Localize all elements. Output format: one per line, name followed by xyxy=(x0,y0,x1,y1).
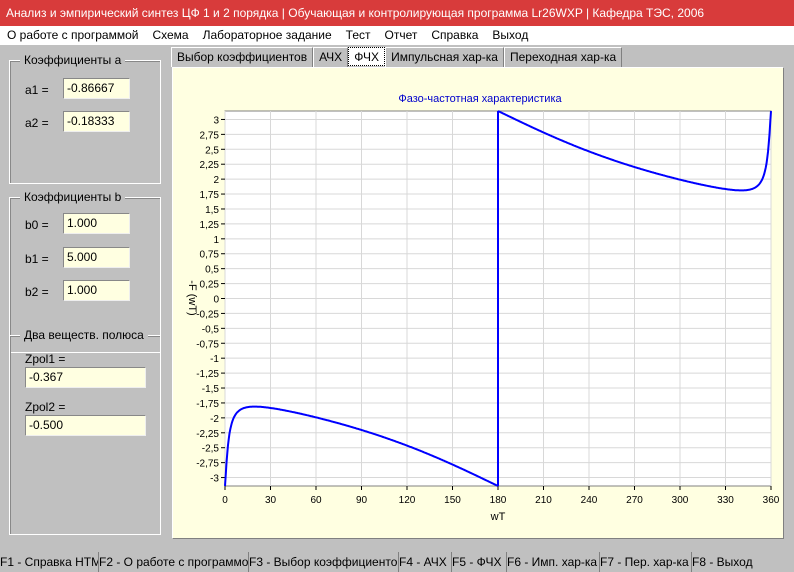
left-panel: Коэффициенты a a1 = -0.86667 a2 = -0.183… xyxy=(0,45,165,540)
b2-field[interactable]: 1.000 xyxy=(63,280,130,301)
a1-field[interactable]: -0.86667 xyxy=(63,78,130,99)
y-tick-label: -0,25 xyxy=(196,309,219,320)
y-tick-label: 0,75 xyxy=(200,250,220,261)
y-tick-label: -3 xyxy=(210,474,219,485)
x-tick-label: 150 xyxy=(444,495,461,506)
y-tick-label: 2,75 xyxy=(200,130,220,141)
coeff-b-title: Коэффициенты b xyxy=(20,190,126,204)
coeff-a-title: Коэффициенты a xyxy=(20,53,126,67)
a2-label: a2 = xyxy=(25,116,49,130)
tab-amplitude[interactable]: АЧХ xyxy=(313,47,349,67)
y-tick-label: 0 xyxy=(213,295,219,306)
y-tick-label: -2 xyxy=(210,414,219,425)
y-tick-label: 0,5 xyxy=(205,265,219,276)
b2-label: b2 = xyxy=(25,285,49,299)
status-f1[interactable]: F1 - Справка HTML xyxy=(0,552,99,572)
menu-test[interactable]: Тест xyxy=(339,26,378,45)
y-tick-label: 3 xyxy=(213,115,219,126)
y-tick-label: 2,5 xyxy=(205,145,219,156)
status-f3[interactable]: F3 - Выбор коэффициентов xyxy=(249,552,399,572)
zpol2-field[interactable]: -0.500 xyxy=(25,415,146,436)
y-tick-label: 0,25 xyxy=(200,280,220,291)
x-tick-label: 30 xyxy=(265,495,277,506)
x-tick-label: 90 xyxy=(356,495,368,506)
y-tick-label: -2,25 xyxy=(196,429,219,440)
poles-title: Два веществ. полюса xyxy=(20,328,148,342)
y-tick-label: 1,25 xyxy=(200,220,220,231)
chart-panel: Фазо-частотная характеристика 3 2,75 2,5 2,… xyxy=(172,67,784,539)
status-f8[interactable]: F8 - Выход xyxy=(692,552,794,572)
status-f2[interactable]: F2 - О работе с программой xyxy=(99,552,249,572)
x-axis-label: wT xyxy=(490,511,506,523)
y-tick-label: -1,75 xyxy=(196,399,219,410)
x-tick-label: 300 xyxy=(672,495,689,506)
menu-about[interactable]: О работе с программой xyxy=(0,26,145,45)
x-tick-label: 0 xyxy=(222,495,228,506)
y-tick-label: 1,75 xyxy=(200,190,220,201)
y-tick-label: -1,25 xyxy=(196,369,219,380)
chart-title: Фазо-частотная характеристика xyxy=(398,93,562,105)
zpol1-field[interactable]: -0.367 xyxy=(25,367,146,388)
y-tick-label: -2,75 xyxy=(196,459,219,470)
tab-step[interactable]: Переходная хар-ка xyxy=(503,47,623,67)
x-tick-label: 60 xyxy=(310,495,322,506)
b0-field[interactable]: 1.000 xyxy=(63,213,130,234)
x-tick-label: 120 xyxy=(399,495,416,506)
status-f4[interactable]: F4 - АЧХ xyxy=(399,552,452,572)
y-tick-label: 1 xyxy=(213,235,219,246)
x-tick-label: 330 xyxy=(717,495,734,506)
y-tick-label: 2 xyxy=(213,175,219,186)
b1-label: b1 = xyxy=(25,252,49,266)
x-tick-label: 180 xyxy=(490,495,507,506)
b1-field[interactable]: 5.000 xyxy=(63,247,130,268)
b0-label: b0 = xyxy=(25,218,49,232)
x-tick-label: 240 xyxy=(581,495,598,506)
zpol1-label: Zpol1 = xyxy=(25,352,66,366)
menu-lab-task[interactable]: Лабораторное задание xyxy=(196,26,339,45)
y-tick-label: -2,5 xyxy=(202,444,220,455)
tab-coefficients[interactable]: Выбор коэффициентов xyxy=(171,47,314,67)
menu-bar: О работе с программой Схема Лабораторное… xyxy=(0,26,794,45)
x-tick-label: 270 xyxy=(626,495,643,506)
y-axis-label: -F (wT) xyxy=(186,280,198,315)
menu-report[interactable]: Отчет xyxy=(377,26,424,45)
status-f5[interactable]: F5 - ФЧХ xyxy=(452,552,507,572)
y-tick-label: -0,75 xyxy=(196,339,219,350)
status-f6[interactable]: F6 - Имп. хар-ка xyxy=(507,552,600,572)
y-tick-label: -0,5 xyxy=(202,324,220,335)
menu-scheme[interactable]: Схема xyxy=(145,26,195,45)
tab-impulse[interactable]: Импульсная хар-ка xyxy=(385,47,504,67)
tab-strip: Выбор коэффициентов АЧХ ФЧХ Импульсная х… xyxy=(171,47,623,67)
phase-chart: Фазо-частотная характеристика 3 2,75 2,5 2,… xyxy=(186,93,780,523)
x-tick-label: 360 xyxy=(763,495,780,506)
y-tick-label: 2,25 xyxy=(200,160,220,171)
menu-exit[interactable]: Выход xyxy=(485,26,535,45)
status-bar: F1 - Справка HTML F2 - О работе с програ… xyxy=(0,552,794,572)
y-tick-label: 1,5 xyxy=(205,205,219,216)
zpol2-label: Zpol2 = xyxy=(25,400,66,414)
a1-label: a1 = xyxy=(25,83,49,97)
menu-help[interactable]: Справка xyxy=(424,26,485,45)
window-title: Анализ и эмпирический синтез ЦФ 1 и 2 по… xyxy=(0,0,794,26)
x-tick-label: 210 xyxy=(535,495,552,506)
status-f7[interactable]: F7 - Пер. хар-ка xyxy=(600,552,692,572)
y-tick-label: -1,5 xyxy=(202,384,220,395)
y-tick-label: -1 xyxy=(210,354,219,365)
a2-field[interactable]: -0.18333 xyxy=(63,111,130,132)
tab-phase[interactable]: ФЧХ xyxy=(348,47,386,66)
